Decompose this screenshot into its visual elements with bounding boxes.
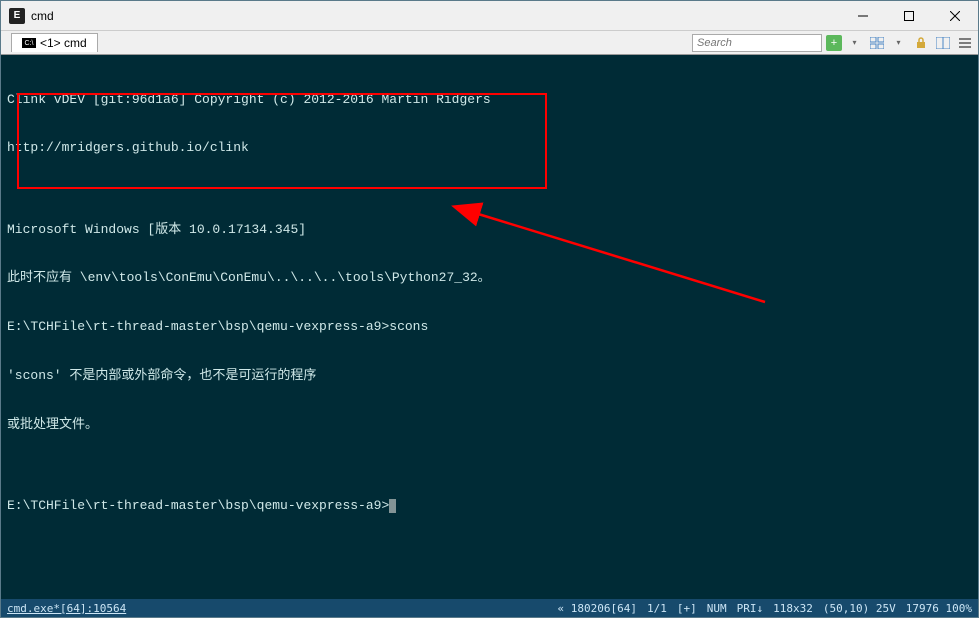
- maximize-button[interactable]: [886, 1, 932, 31]
- add-tab-button[interactable]: +: [826, 35, 842, 51]
- tab-cmd[interactable]: C:\ <1> cmd: [11, 33, 98, 52]
- terminal-prompt-line: E:\TCHFile\rt-thread-master\bsp\qemu-vex…: [7, 498, 972, 514]
- tabs-area: C:\ <1> cmd: [11, 33, 98, 52]
- status-cursor: (50,10) 25V: [823, 602, 896, 615]
- statusbar: cmd.exe*[64]:10564 « 180206[64] 1/1 [+] …: [1, 599, 978, 617]
- search-input[interactable]: [692, 34, 822, 52]
- window-title: cmd: [31, 9, 54, 23]
- status-build: « 180206[64]: [558, 602, 637, 615]
- close-button[interactable]: [932, 1, 978, 31]
- terminal-line: 此时不应有 \env\tools\ConEmu\ConEmu\..\..\..\…: [7, 270, 972, 286]
- status-caps: [+]: [677, 602, 697, 615]
- lock-icon[interactable]: [912, 34, 930, 52]
- windows-list-icon[interactable]: [868, 34, 886, 52]
- windows-dropdown-icon[interactable]: ▾: [890, 34, 908, 52]
- status-mem: 17976 100%: [906, 602, 972, 615]
- statusbar-left: cmd.exe*[64]:10564: [7, 602, 126, 615]
- minimize-button[interactable]: [840, 1, 886, 31]
- terminal-line: Microsoft Windows [版本 10.0.17134.345]: [7, 222, 972, 238]
- titlebar-left: E cmd: [1, 8, 54, 24]
- window-controls: [840, 1, 978, 31]
- terminal-line: 'scons' 不是内部或外部命令，也不是可运行的程序: [7, 368, 972, 384]
- status-process[interactable]: cmd.exe*[64]:10564: [7, 602, 126, 615]
- prompt-text: E:\TCHFile\rt-thread-master\bsp\qemu-vex…: [7, 498, 389, 513]
- terminal-line: Clink vDEV [git:96d1a6] Copyright (c) 20…: [7, 92, 972, 108]
- window-frame: E cmd C:\ <1> cmd + ▾: [0, 0, 979, 618]
- status-size: 118x32: [773, 602, 813, 615]
- cursor-icon: [389, 499, 396, 513]
- add-dropdown-icon[interactable]: ▾: [846, 34, 864, 52]
- menu-icon[interactable]: [956, 34, 974, 52]
- statusbar-right: « 180206[64] 1/1 [+] NUM PRI↓ 118x32 (50…: [558, 602, 972, 615]
- terminal-area[interactable]: Clink vDEV [git:96d1a6] Copyright (c) 20…: [1, 55, 978, 599]
- console-icon: C:\: [22, 38, 36, 48]
- status-pos: 1/1: [647, 602, 667, 615]
- status-pri: PRI↓: [737, 602, 764, 615]
- terminal-line: 或批处理文件。: [7, 417, 972, 433]
- toolbar-right: + ▾ ▾: [692, 34, 974, 52]
- status-num: NUM: [707, 602, 727, 615]
- toolbar: C:\ <1> cmd + ▾ ▾: [1, 31, 978, 55]
- terminal-line: http://mridgers.github.io/clink: [7, 140, 972, 156]
- terminal-line: E:\TCHFile\rt-thread-master\bsp\qemu-vex…: [7, 319, 972, 335]
- tab-label: <1> cmd: [40, 36, 87, 50]
- app-icon: E: [9, 8, 25, 24]
- layout-icon[interactable]: [934, 34, 952, 52]
- titlebar[interactable]: E cmd: [1, 1, 978, 31]
